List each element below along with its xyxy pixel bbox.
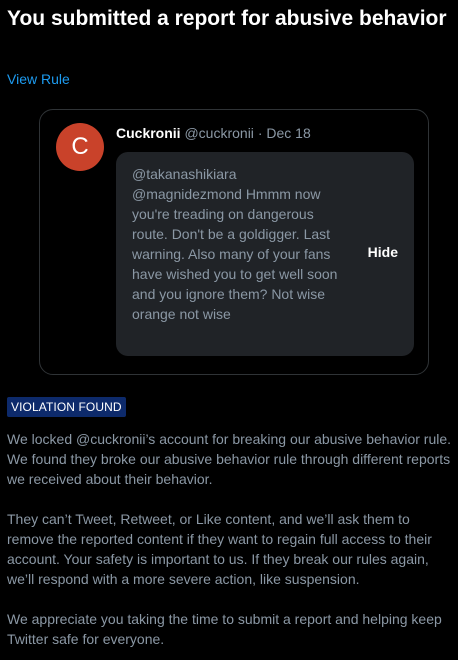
tweet-header: Cuckronii @cuckronii · Dec 18 <box>116 124 311 142</box>
page-title: You submitted a report for abusive behav… <box>7 7 447 30</box>
hide-button[interactable]: Hide <box>368 244 398 260</box>
tweet-text: @takanashikiara @magnidezmond Hmmm now y… <box>132 166 338 322</box>
avatar-letter: C <box>71 133 89 160</box>
violation-explanation-paragraph: We locked @cuckronii’s account for break… <box>7 431 452 487</box>
consequences-paragraph: They can’t Tweet, Retweet, or Like conte… <box>7 511 432 587</box>
report-confirmation-page: You submitted a report for abusive behav… <box>0 0 458 660</box>
tweet-content-box: @takanashikiara @magnidezmond Hmmm now y… <box>116 152 414 356</box>
tweet-author-handle[interactable]: @cuckronii <box>184 125 253 141</box>
reported-tweet-card: C Cuckronii @cuckronii · Dec 18 @takanas… <box>39 109 429 375</box>
view-rule-link[interactable]: View Rule <box>7 70 70 88</box>
appreciation-paragraph: We appreciate you taking the time to sub… <box>7 611 442 647</box>
avatar[interactable]: C <box>56 123 104 171</box>
violation-found-badge: VIOLATION FOUND <box>7 397 126 417</box>
tweet-date[interactable]: Dec 18 <box>266 125 310 141</box>
tweet-meta-separator: · <box>257 125 263 141</box>
tweet-author-name[interactable]: Cuckronii <box>116 125 181 141</box>
